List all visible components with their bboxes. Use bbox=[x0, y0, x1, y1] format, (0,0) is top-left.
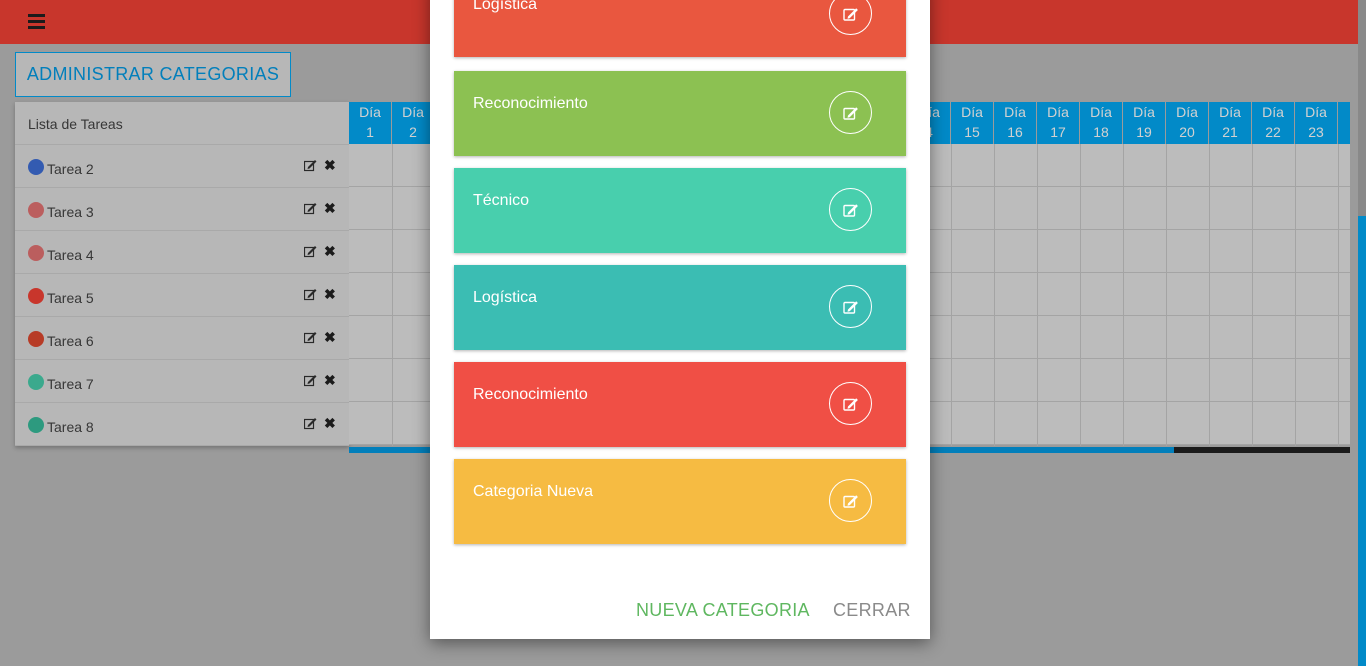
edit-icon bbox=[843, 107, 858, 120]
edit-category-button[interactable] bbox=[829, 285, 872, 328]
edit-category-button[interactable] bbox=[829, 382, 872, 425]
new-category-button[interactable]: NUEVA CATEGORIA bbox=[636, 600, 810, 621]
category-card: Técnico bbox=[454, 168, 906, 253]
category-card: Categoria Nueva bbox=[454, 459, 906, 544]
edit-icon bbox=[843, 398, 858, 411]
category-card: Reconocimiento bbox=[454, 362, 906, 447]
category-card: Logística bbox=[454, 0, 906, 57]
category-name: Logística bbox=[473, 0, 538, 13]
category-name: Logística bbox=[473, 289, 538, 306]
edit-category-button[interactable] bbox=[829, 91, 872, 134]
category-name: Reconocimiento bbox=[473, 386, 588, 403]
edit-icon bbox=[843, 495, 858, 508]
close-button[interactable]: CERRAR bbox=[833, 600, 911, 621]
edit-category-button[interactable] bbox=[829, 479, 872, 522]
edit-category-button[interactable] bbox=[829, 0, 872, 35]
category-name: Reconocimiento bbox=[473, 95, 588, 112]
category-name: Técnico bbox=[473, 192, 530, 209]
edit-icon bbox=[843, 301, 858, 314]
category-card: Reconocimiento bbox=[454, 71, 906, 156]
edit-icon bbox=[843, 8, 858, 21]
category-name: Categoria Nueva bbox=[473, 483, 594, 500]
category-card: Logística bbox=[454, 265, 906, 350]
edit-category-button[interactable] bbox=[829, 188, 872, 231]
edit-icon bbox=[843, 204, 858, 217]
categories-modal: Logística Reconocimiento Técnico Logística R… bbox=[430, 0, 930, 639]
